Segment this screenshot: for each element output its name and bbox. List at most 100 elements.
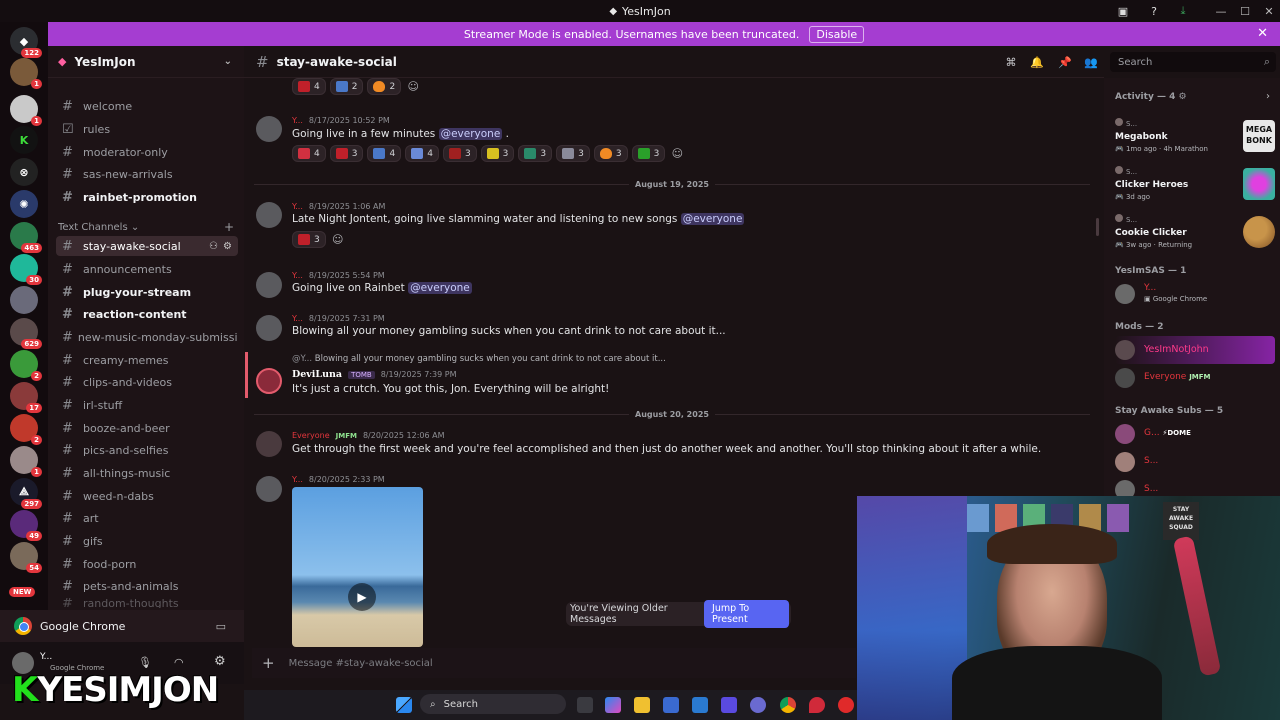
mention[interactable]: @everyone xyxy=(680,213,745,225)
avatar[interactable] xyxy=(256,476,282,502)
author-name[interactable]: Everyone xyxy=(292,431,330,440)
server-icon[interactable]: 49 xyxy=(10,510,42,541)
file-explorer-icon[interactable] xyxy=(634,697,650,713)
server-icon[interactable]: 1 xyxy=(10,58,42,89)
server-icon[interactable]: 54 xyxy=(10,542,42,573)
add-reaction-icon[interactable]: ☺ xyxy=(330,231,346,247)
server-kick-icon[interactable]: K xyxy=(10,126,38,154)
jump-to-present-button[interactable]: Jump To Present xyxy=(704,600,789,628)
author-name[interactable]: DeviLuna xyxy=(292,369,342,380)
channel-stay-awake-social[interactable]: # stay-awake-social ⚙ ⚇ xyxy=(56,236,238,256)
author-name[interactable]: Y... xyxy=(292,202,303,211)
message-composer[interactable]: + Message #stay-awake-social xyxy=(252,648,856,678)
disable-button[interactable]: Disable xyxy=(809,25,865,43)
download-icon[interactable]: ⤓ xyxy=(1175,3,1191,19)
server-icon[interactable]: ⟁ 297 xyxy=(10,478,42,509)
category-text-channels[interactable]: Text Channels ⌄ xyxy=(58,222,139,233)
chrome-taskbar-icon[interactable] xyxy=(780,697,796,713)
avatar[interactable] xyxy=(256,202,282,228)
member-list-icon[interactable]: 👥 xyxy=(1084,55,1098,69)
channel-rainbet-promotion[interactable]: # rainbet-promotion xyxy=(56,187,238,207)
server-icon[interactable]: 17 xyxy=(10,382,42,413)
channel-random-thoughts[interactable]: # random-thoughts xyxy=(56,598,238,608)
add-reaction-icon[interactable]: ☺ xyxy=(669,145,685,161)
reaction[interactable]: 3 xyxy=(556,145,590,162)
taskbar-search[interactable]: ⌕ Search xyxy=(420,694,566,714)
server-icon[interactable]: ✺ xyxy=(10,190,38,218)
activity-header[interactable]: Activity — 4 ⚙ xyxy=(1115,92,1187,102)
avatar[interactable] xyxy=(256,315,282,341)
server-icon[interactable]: 30 xyxy=(10,254,42,285)
channel-announcements[interactable]: # announcements xyxy=(56,259,238,279)
app-icon[interactable] xyxy=(721,697,737,713)
activity-card[interactable]: S... Clicker Heroes 🎮 3d ago xyxy=(1115,166,1275,210)
discord-taskbar-icon[interactable] xyxy=(750,697,766,713)
server-icon[interactable]: 2 xyxy=(10,350,42,381)
channel-sas-new-arrivals[interactable]: # sas-new-arrivals xyxy=(56,164,238,184)
member-item[interactable]: Everyone JMFM xyxy=(1115,364,1275,392)
copilot-icon[interactable] xyxy=(605,697,621,713)
add-attachment-icon[interactable]: + xyxy=(262,654,275,672)
reaction[interactable]: 3 xyxy=(329,145,364,162)
server-icon[interactable]: 463 xyxy=(10,222,42,253)
reaction[interactable]: 4 xyxy=(405,145,439,162)
channel-settings-icon[interactable]: ⚙ xyxy=(223,241,232,252)
home-icon[interactable]: ◆ 122 xyxy=(10,27,42,58)
reaction[interactable]: 3 xyxy=(292,231,326,248)
channel-art[interactable]: # art xyxy=(56,508,238,528)
maps-pin-icon[interactable] xyxy=(809,697,825,713)
avatar[interactable] xyxy=(256,272,282,298)
server-icon[interactable]: 1 xyxy=(10,446,42,477)
user-settings-icon[interactable]: ⚙ xyxy=(214,654,226,669)
member-item[interactable]: YesImNotJohn xyxy=(1115,336,1275,364)
reply-preview[interactable]: @Y... Blowing all your money gambling su… xyxy=(292,354,666,364)
channel-gifs[interactable]: # gifs xyxy=(56,531,238,551)
member-item[interactable]: Y... ▣ Google Chrome xyxy=(1115,280,1275,308)
member-item[interactable]: G... ⚡DOME xyxy=(1115,420,1275,448)
inbox-icon[interactable]: ▣ xyxy=(1115,3,1131,19)
obs-icon[interactable] xyxy=(838,697,854,713)
chevron-right-icon[interactable]: › xyxy=(1266,91,1270,102)
add-channel-icon[interactable]: + xyxy=(224,220,234,234)
help-icon[interactable]: ? xyxy=(1146,3,1162,19)
scrollbar[interactable] xyxy=(1096,218,1099,236)
reaction[interactable]: 4 xyxy=(292,78,326,95)
reaction[interactable]: 4 xyxy=(367,145,402,162)
search-input[interactable]: Search ⌕ xyxy=(1110,52,1276,72)
activity-panel[interactable]: Google Chrome ▭ xyxy=(0,610,244,642)
author-name[interactable]: Y... xyxy=(292,475,303,484)
activity-card[interactable]: S... Megabonk 🎮 1mo ago · 4h Marathon ME… xyxy=(1115,118,1275,162)
server-icon[interactable]: 1 xyxy=(10,95,42,126)
chevron-down-icon[interactable]: ⌄ xyxy=(224,56,232,67)
close-window-icon[interactable]: ✕ xyxy=(1256,0,1280,22)
channel-new-music-monday[interactable]: # new-music-monday-submissio... xyxy=(56,327,238,347)
channel-plug-your-stream[interactable]: # plug-your-stream xyxy=(56,282,238,302)
minimize-icon[interactable]: — xyxy=(1208,0,1234,22)
channel-creamy-memes[interactable]: # creamy-memes xyxy=(56,350,238,370)
threads-icon[interactable]: ⌘ xyxy=(1004,55,1018,69)
avatar[interactable] xyxy=(256,431,282,457)
channel-pics-and-selfies[interactable]: # pics-and-selfies xyxy=(56,440,238,460)
mention[interactable]: @everyone xyxy=(408,282,472,294)
mail-icon[interactable] xyxy=(692,697,708,713)
server-icon[interactable]: 629 xyxy=(10,318,42,349)
reaction[interactable]: 3 xyxy=(480,145,515,162)
channel-weed-n-dabs[interactable]: # weed-n-dabs xyxy=(56,486,238,506)
channel-pets-and-animals[interactable]: # pets-and-animals xyxy=(56,576,238,596)
headphones-icon[interactable]: ◠ xyxy=(174,656,184,669)
avatar[interactable] xyxy=(256,368,282,394)
video-attachment[interactable]: ▶ xyxy=(292,487,423,647)
windows-start-icon[interactable] xyxy=(396,697,412,713)
server-icon[interactable] xyxy=(10,286,38,314)
reaction[interactable]: 3 xyxy=(442,145,477,162)
microphone-icon[interactable]: 🎙 xyxy=(138,656,152,669)
guild-header[interactable]: ◆ YesImJon ⌄ xyxy=(48,46,244,78)
server-icon[interactable]: ⊗ xyxy=(10,158,38,186)
reaction[interactable]: 3 xyxy=(631,145,666,162)
channel-clips-and-videos[interactable]: # clips-and-videos xyxy=(56,372,238,392)
reaction[interactable]: 3 xyxy=(593,145,628,162)
channel-all-things-music[interactable]: # all-things-music xyxy=(56,463,238,483)
channel-irl-stuff[interactable]: # irl-stuff xyxy=(56,395,238,415)
channel-food-porn[interactable]: # food-porn xyxy=(56,554,238,574)
reaction[interactable]: 2 xyxy=(367,78,402,95)
